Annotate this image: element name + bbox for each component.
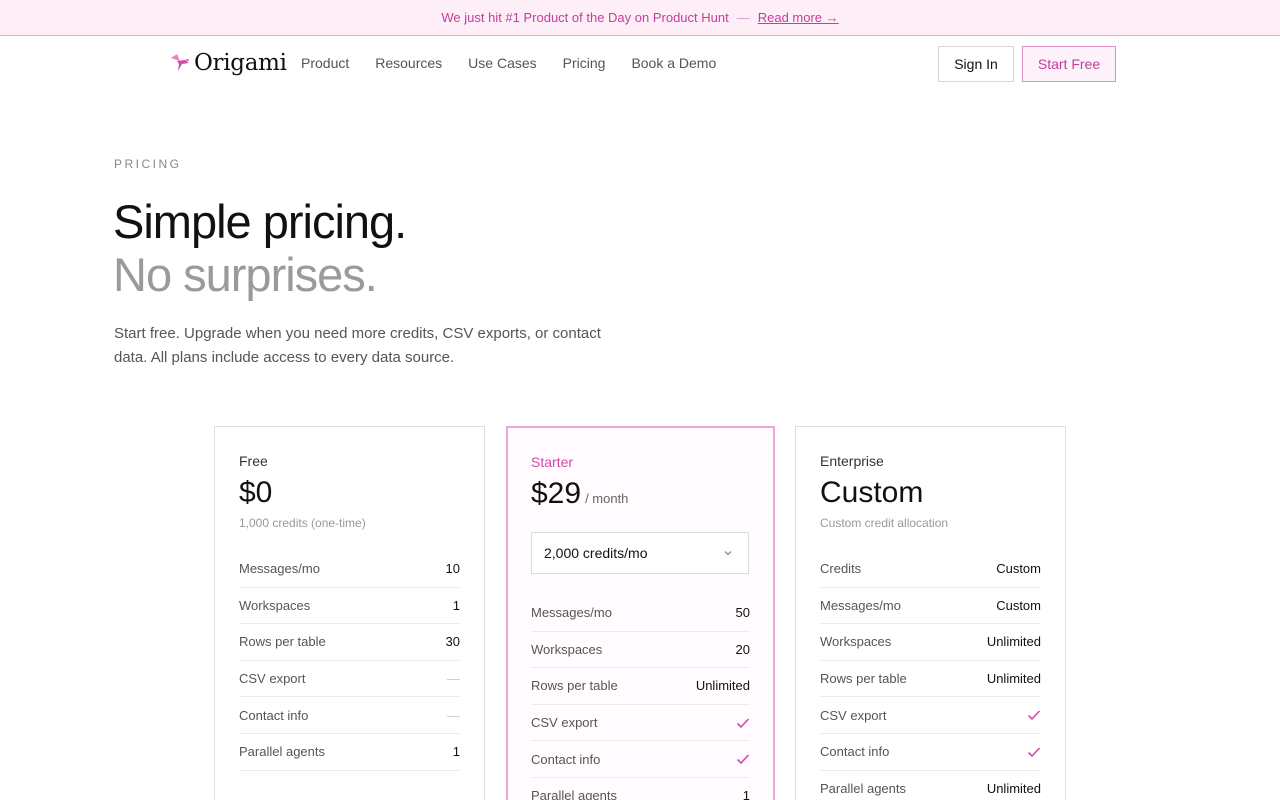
feature-row: Messages/mo Custom: [820, 588, 1041, 625]
plan-credits-note: 1,000 credits (one-time): [239, 516, 366, 530]
feature-label: Rows per table: [531, 678, 618, 694]
nav-link-pricing[interactable]: Pricing: [563, 55, 606, 71]
feature-label: Workspaces: [820, 634, 892, 650]
nav-link-book-demo[interactable]: Book a Demo: [631, 55, 716, 71]
feature-row: Parallel agents Unlimited: [820, 771, 1041, 800]
check-icon: [1027, 746, 1041, 758]
feature-row: Contact info —: [239, 697, 460, 734]
feature-row: Messages/mo 10: [239, 551, 460, 588]
banner-separator: —: [736, 10, 750, 25]
feature-label: CSV export: [531, 715, 598, 731]
bird-logo-icon: [171, 54, 189, 71]
feature-value: 20: [735, 641, 750, 657]
feature-row: Rows per table Unlimited: [531, 668, 750, 705]
feature-value: 1: [742, 788, 750, 800]
plan-price-suffix: / month: [585, 491, 629, 506]
feature-label: Parallel agents: [239, 744, 325, 760]
feature-row: Rows per table 30: [239, 624, 460, 661]
nav-link-use-cases[interactable]: Use Cases: [468, 55, 536, 71]
chevron-down-icon: [724, 551, 732, 556]
plan-price: Custom: [820, 476, 924, 509]
feature-row: Workspaces 20: [531, 632, 750, 669]
sign-in-button[interactable]: Sign In: [938, 46, 1014, 82]
feature-row: Rows per table Unlimited: [820, 661, 1041, 698]
section-eyebrow: PRICING: [114, 157, 182, 171]
top-navbar: Origami Product Resources Use Cases Pric…: [0, 36, 1280, 92]
plan-card-free: Free $0 1,000 credits (one-time) Message…: [214, 426, 485, 800]
feature-row: CSV export: [531, 705, 750, 742]
banner-read-more-link[interactable]: Read more →: [758, 10, 839, 25]
nav-links: Product Resources Use Cases Pricing Book…: [301, 55, 742, 71]
feature-list: Credits Custom Messages/mo Custom Workspaces…: [820, 551, 1041, 800]
feature-row: Parallel agents 1: [531, 778, 750, 800]
plan-name: Enterprise: [820, 453, 884, 469]
feature-value: 1: [452, 597, 460, 613]
logo-text: Origami: [194, 50, 287, 76]
page-title: Simple pricing.: [113, 195, 407, 248]
feature-label: Messages/mo: [531, 605, 612, 621]
feature-value: —: [447, 707, 460, 723]
feature-label: Rows per table: [239, 634, 326, 650]
credits-select-value: 2,000 credits/mo: [544, 545, 648, 561]
feature-row: Contact info: [820, 734, 1041, 771]
feature-value: Unlimited: [986, 671, 1041, 687]
feature-row: Credits Custom: [820, 551, 1041, 588]
check-icon: [1027, 709, 1041, 721]
feature-label: Contact info: [531, 751, 601, 767]
plan-card-enterprise: Enterprise Custom Custom credit allocati…: [795, 426, 1066, 800]
feature-label: Contact info: [239, 707, 309, 723]
feature-row: CSV export: [820, 697, 1041, 734]
feature-list: Messages/mo 10 Workspaces 1 Rows per table 30…: [239, 551, 460, 771]
check-icon: [736, 717, 750, 729]
feature-row: Workspaces 1: [239, 588, 460, 625]
feature-row: Workspaces Unlimited: [820, 624, 1041, 661]
nav-link-resources[interactable]: Resources: [375, 55, 442, 71]
feature-row: Parallel agents 1: [239, 734, 460, 771]
feature-value: Unlimited: [695, 678, 750, 694]
feature-row: Messages/mo 50: [531, 595, 750, 632]
feature-label: Workspaces: [531, 641, 603, 657]
feature-value: 1: [452, 744, 460, 760]
feature-label: Workspaces: [239, 597, 311, 613]
feature-value: —: [447, 671, 460, 687]
feature-value: 10: [445, 561, 460, 577]
feature-list: Messages/mo 50 Workspaces 20 Rows per table U…: [531, 595, 750, 800]
feature-label: Messages/mo: [239, 561, 320, 577]
feature-label: Parallel agents: [820, 780, 906, 796]
feature-row: Contact info: [531, 741, 750, 778]
credits-select[interactable]: 2,000 credits/mo: [531, 532, 749, 574]
feature-value: Unlimited: [986, 780, 1041, 796]
banner-text: We just hit #1 Product of the Day on Pro…: [441, 10, 729, 25]
start-free-button[interactable]: Start Free: [1022, 46, 1116, 82]
feature-label: CSV export: [239, 671, 306, 687]
plan-card-starter: Starter $29/ month 2,000 credits/mo Mess…: [506, 426, 775, 800]
intro-paragraph: Start free. Upgrade when you need more c…: [114, 325, 601, 366]
feature-label: Parallel agents: [531, 788, 617, 800]
plan-name: Free: [239, 453, 268, 469]
announcement-banner: We just hit #1 Product of the Day on Pro…: [0, 0, 1280, 36]
page-subtitle: No surprises.: [113, 248, 378, 301]
feature-label: Rows per table: [820, 671, 907, 687]
feature-label: Credits: [820, 561, 862, 577]
feature-value: Custom: [996, 597, 1041, 613]
nav-link-product[interactable]: Product: [301, 55, 349, 71]
feature-value: 30: [445, 634, 460, 650]
check-icon: [736, 753, 750, 765]
plan-price-amount: $29: [531, 477, 582, 510]
logo[interactable]: Origami: [169, 50, 287, 76]
plan-credits-note: Custom credit allocation: [820, 516, 949, 530]
plan-price: $0: [239, 476, 273, 509]
feature-label: Messages/mo: [820, 597, 901, 613]
feature-value: Unlimited: [986, 634, 1041, 650]
feature-value: Custom: [996, 561, 1041, 577]
feature-label: CSV export: [820, 707, 887, 723]
plan-name: Starter: [531, 454, 574, 470]
feature-label: Contact info: [820, 744, 890, 760]
plan-price: $29/ month: [531, 476, 628, 517]
feature-value: 50: [735, 605, 750, 621]
feature-row: CSV export —: [239, 661, 460, 698]
